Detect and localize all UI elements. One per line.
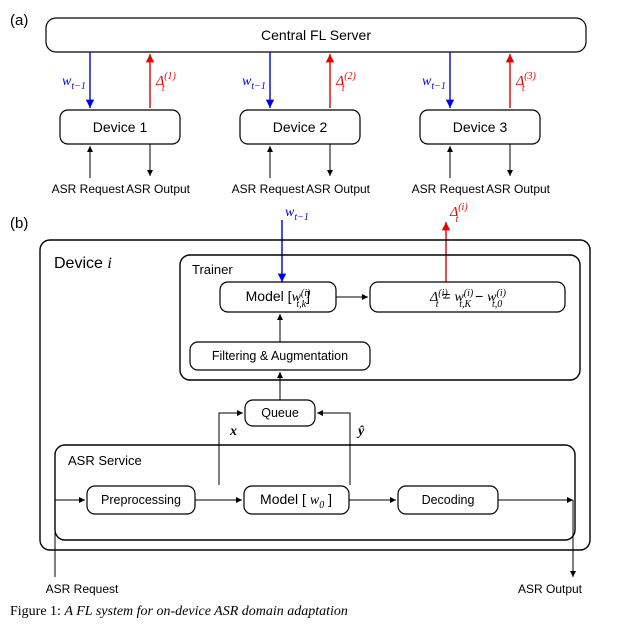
- figure-caption: Figure 1: A FL system for on-device ASR …: [10, 604, 610, 620]
- yhat-to-queue-arrow: [317, 413, 350, 485]
- asr-out-2: ASR Output: [306, 182, 371, 196]
- asr-out-3: ASR Output: [486, 182, 551, 196]
- w-label-3: wt−1: [422, 74, 446, 92]
- asr-req-b: ASR Request: [46, 582, 119, 596]
- preproc-label: Preprocessing: [101, 493, 181, 507]
- w-label-2: wt−1: [242, 74, 266, 92]
- asr-service-title: ASR Service: [68, 453, 142, 468]
- delta-out-label-b: Δ(i)t: [449, 202, 468, 225]
- asr-out-1: ASR Output: [126, 182, 191, 196]
- delta-label-1: Δ(1)t: [155, 71, 177, 94]
- device-2-label: Device 2: [273, 119, 328, 135]
- caption-rest: A FL system for on-device ASR domain ada…: [64, 604, 347, 619]
- filter-label: Filtering & Augmentation: [212, 349, 348, 363]
- subfig-b: wt−1 Δ(i)t Device i Trainer Model [w(i)t…: [10, 200, 610, 600]
- device-i-title: Device i: [54, 255, 112, 272]
- subfig-a-label: (a): [10, 12, 28, 29]
- asr-req-1: ASR Request: [52, 182, 125, 196]
- caption-prefix: Figure 1:: [10, 604, 61, 619]
- device-3-label: Device 3: [453, 119, 508, 135]
- queue-label: Queue: [261, 406, 299, 420]
- asr-out-b: ASR Output: [518, 582, 583, 596]
- delta-label-3: Δ(3)t: [515, 71, 537, 94]
- w-label-1: wt−1: [62, 74, 86, 92]
- x-label: x: [229, 424, 237, 439]
- yhat-label: ŷ: [356, 424, 365, 439]
- subfig-b-label: (b): [10, 215, 28, 232]
- w-in-label-b: wt−1: [285, 205, 309, 223]
- delta-label-2: Δ(2)t: [335, 71, 357, 94]
- figure: (a) (b) Central FL Server Device 1 wt−1 …: [10, 10, 610, 620]
- asr-req-2: ASR Request: [232, 182, 305, 196]
- asr-req-3: ASR Request: [412, 182, 485, 196]
- decoding-label: Decoding: [422, 493, 475, 507]
- trainer-title: Trainer: [192, 262, 233, 277]
- subfig-a: Central FL Server Device 1 wt−1 Δ(1)t AS…: [10, 10, 610, 200]
- server-title: Central FL Server: [261, 27, 371, 43]
- device-1-label: Device 1: [93, 119, 148, 135]
